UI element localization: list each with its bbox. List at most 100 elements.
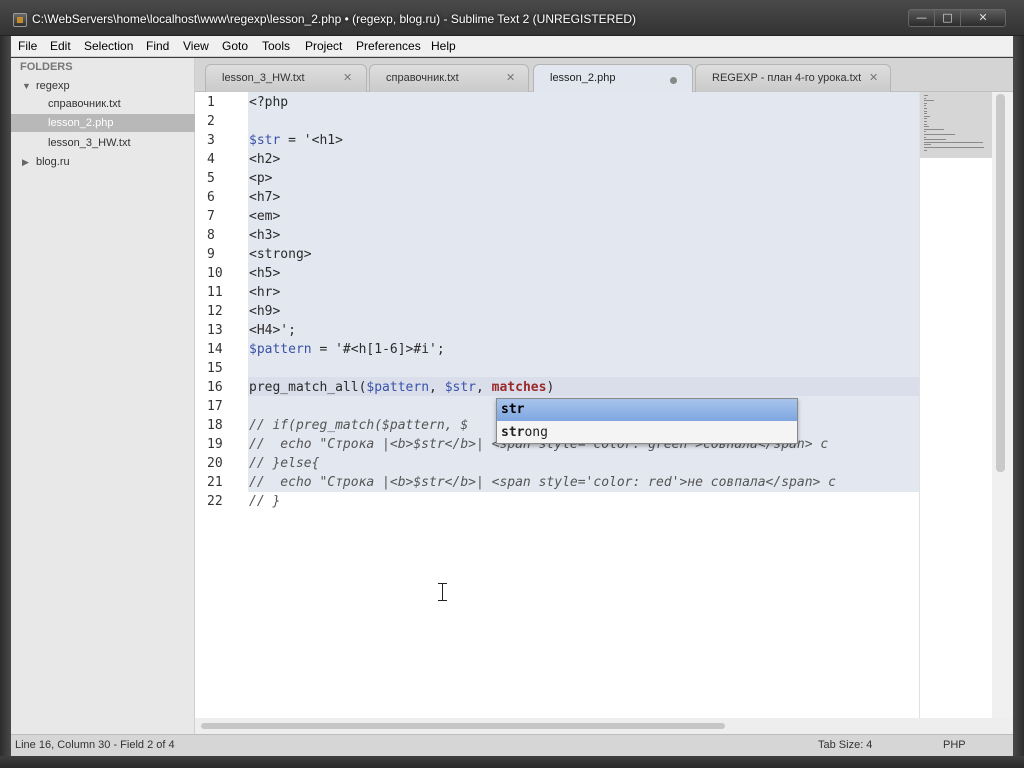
code-editor[interactable]: 1 2 3 4 5 6 7 8 9 10 11 12 13 14 15 16 17 18 19 20 21 22 <?php…: [195, 92, 919, 718]
code-line[interactable]: $str = '<h1>: [249, 133, 343, 148]
sidebar-item-blog-ru[interactable]: ▶ blog.ru: [11, 153, 195, 171]
tab-lesson-3-hw[interactable]: lesson_3_HW.txt ✕: [205, 64, 367, 92]
minimize-button[interactable]: —: [908, 9, 935, 27]
horizontal-scrollbar-thumb[interactable]: [201, 723, 725, 729]
minimap-line: [924, 95, 928, 96]
menu-project[interactable]: Project: [305, 39, 342, 53]
line-number: 4: [207, 152, 215, 167]
code-line[interactable]: <h5>: [249, 266, 280, 281]
code-line[interactable]: // }else{: [249, 456, 319, 471]
minimap-line: [924, 149, 928, 151]
code-line[interactable]: <h2>: [249, 152, 280, 167]
autocomplete-item[interactable]: strong: [497, 422, 797, 444]
unsaved-dot-icon[interactable]: [670, 77, 677, 84]
line-number: 19: [207, 437, 223, 452]
sidebar-item-regexp[interactable]: ▼ regexp: [11, 77, 195, 95]
horizontal-scrollbar[interactable]: [195, 718, 1013, 734]
code-line[interactable]: <H4>';: [249, 323, 296, 338]
sublime-app-icon[interactable]: [13, 13, 27, 27]
line-number: 11: [207, 285, 223, 300]
code-line[interactable]: <hr>: [249, 285, 280, 300]
code-line[interactable]: <strong>: [249, 247, 312, 262]
syntax-status[interactable]: PHP: [943, 739, 966, 751]
collapse-arrow-icon[interactable]: ▶: [22, 153, 29, 171]
menu-find[interactable]: Find: [146, 39, 169, 53]
line-number: 20: [207, 456, 223, 471]
code-line[interactable]: // echo "Строка |<b>$str</b>| <span styl…: [249, 475, 836, 490]
tab-size-status[interactable]: Tab Size: 4: [818, 739, 872, 751]
menu-preferences[interactable]: Preferences: [356, 39, 421, 53]
close-tab-icon[interactable]: ✕: [506, 71, 515, 84]
close-tab-icon[interactable]: ✕: [343, 71, 352, 84]
menu-view[interactable]: View: [183, 39, 209, 53]
menu-file[interactable]: File: [18, 39, 37, 53]
minimap-line: [924, 113, 928, 115]
folders-header: FOLDERS: [20, 61, 73, 73]
minimap-line: [924, 97, 926, 99]
title-bar[interactable]: C:\WebServers\home\localhost\www\regexp\…: [0, 0, 1024, 36]
line-number: 7: [207, 209, 215, 224]
sublime-window: C:\WebServers\home\localhost\www\regexp\…: [0, 0, 1024, 768]
tab-label: REGEXP - план 4-го урока.txt: [712, 72, 862, 84]
minimap-line: [924, 115, 931, 117]
code-line[interactable]: <h7>: [249, 190, 280, 205]
sidebar-item-lesson-3-hw[interactable]: lesson_3_HW.txt: [11, 134, 195, 152]
tab-lesson-2[interactable]: lesson_2.php: [533, 64, 693, 93]
minimap-line: [924, 141, 984, 143]
tab-label: lesson_3_HW.txt: [222, 72, 305, 84]
close-tab-icon[interactable]: ✕: [869, 71, 878, 84]
tab-regexp-plan[interactable]: REGEXP - план 4-го урока.txt ✕: [695, 64, 891, 92]
code-line[interactable]: $pattern = '#<h[1-6]>#i';: [249, 342, 445, 357]
minimap-line: [924, 108, 928, 109]
menu-edit[interactable]: Edit: [50, 39, 71, 53]
text-cursor-icon: [438, 583, 447, 601]
autocomplete-item[interactable]: str: [497, 399, 797, 421]
minimap-line: [924, 121, 928, 122]
code-line[interactable]: <h3>: [249, 228, 280, 243]
close-window-button[interactable]: ✕: [960, 9, 1006, 27]
autocomplete-popup[interactable]: str strong: [496, 398, 798, 444]
sidebar-item-label: blog.ru: [36, 156, 70, 168]
line-number: 21: [207, 475, 223, 490]
line-number: 15: [207, 361, 223, 376]
maximize-button[interactable]: □: [934, 9, 961, 27]
line-number: 2: [207, 114, 215, 129]
line-number: 18: [207, 418, 223, 433]
code-line[interactable]: <h9>: [249, 304, 280, 319]
menu-selection[interactable]: Selection: [84, 39, 133, 53]
expand-arrow-icon[interactable]: ▼: [22, 77, 31, 95]
code-line[interactable]: <em>: [249, 209, 280, 224]
sidebar-item-spravochnik[interactable]: справочник.txt: [11, 95, 195, 113]
cursor-position-status: Line 16, Column 30 - Field 2 of 4: [15, 739, 175, 751]
code-line[interactable]: // if(preg_match($pattern, $: [249, 418, 468, 433]
line-number: 3: [207, 133, 215, 148]
minimap-line: [924, 139, 947, 141]
sidebar-item-label: справочник.txt: [48, 98, 121, 110]
window-frame-right: [1013, 36, 1024, 768]
line-number: 16: [207, 380, 223, 395]
sidebar-item-label: lesson_3_HW.txt: [48, 137, 131, 149]
menu-goto[interactable]: Goto: [222, 39, 248, 53]
code-line[interactable]: <?php: [249, 95, 288, 110]
minimap-line: [924, 144, 932, 146]
vertical-scrollbar-thumb[interactable]: [996, 94, 1005, 472]
sidebar-item-lesson-2[interactable]: lesson_2.php: [11, 114, 195, 132]
minimap-line: [924, 102, 928, 104]
line-number: 5: [207, 171, 215, 186]
minimap[interactable]: [919, 92, 993, 718]
line-number: 22: [207, 494, 223, 509]
minimap-line: [924, 126, 929, 128]
vertical-scrollbar[interactable]: [992, 92, 1013, 718]
code-line[interactable]: <p>: [249, 171, 272, 186]
line-number: 12: [207, 304, 223, 319]
tab-spravochnik[interactable]: справочник.txt ✕: [369, 64, 529, 92]
menu-tools[interactable]: Tools: [262, 39, 290, 53]
sidebar-item-label: lesson_2.php: [48, 117, 114, 129]
menu-help[interactable]: Help: [431, 39, 456, 53]
minimap-line: [924, 123, 928, 125]
line-number: 17: [207, 399, 223, 414]
window-title: C:\WebServers\home\localhost\www\regexp\…: [32, 12, 636, 26]
minimap-viewport[interactable]: [920, 92, 993, 158]
code-line[interactable]: preg_match_all($pattern, $str, matches): [249, 380, 554, 395]
code-line[interactable]: // }: [249, 494, 280, 509]
